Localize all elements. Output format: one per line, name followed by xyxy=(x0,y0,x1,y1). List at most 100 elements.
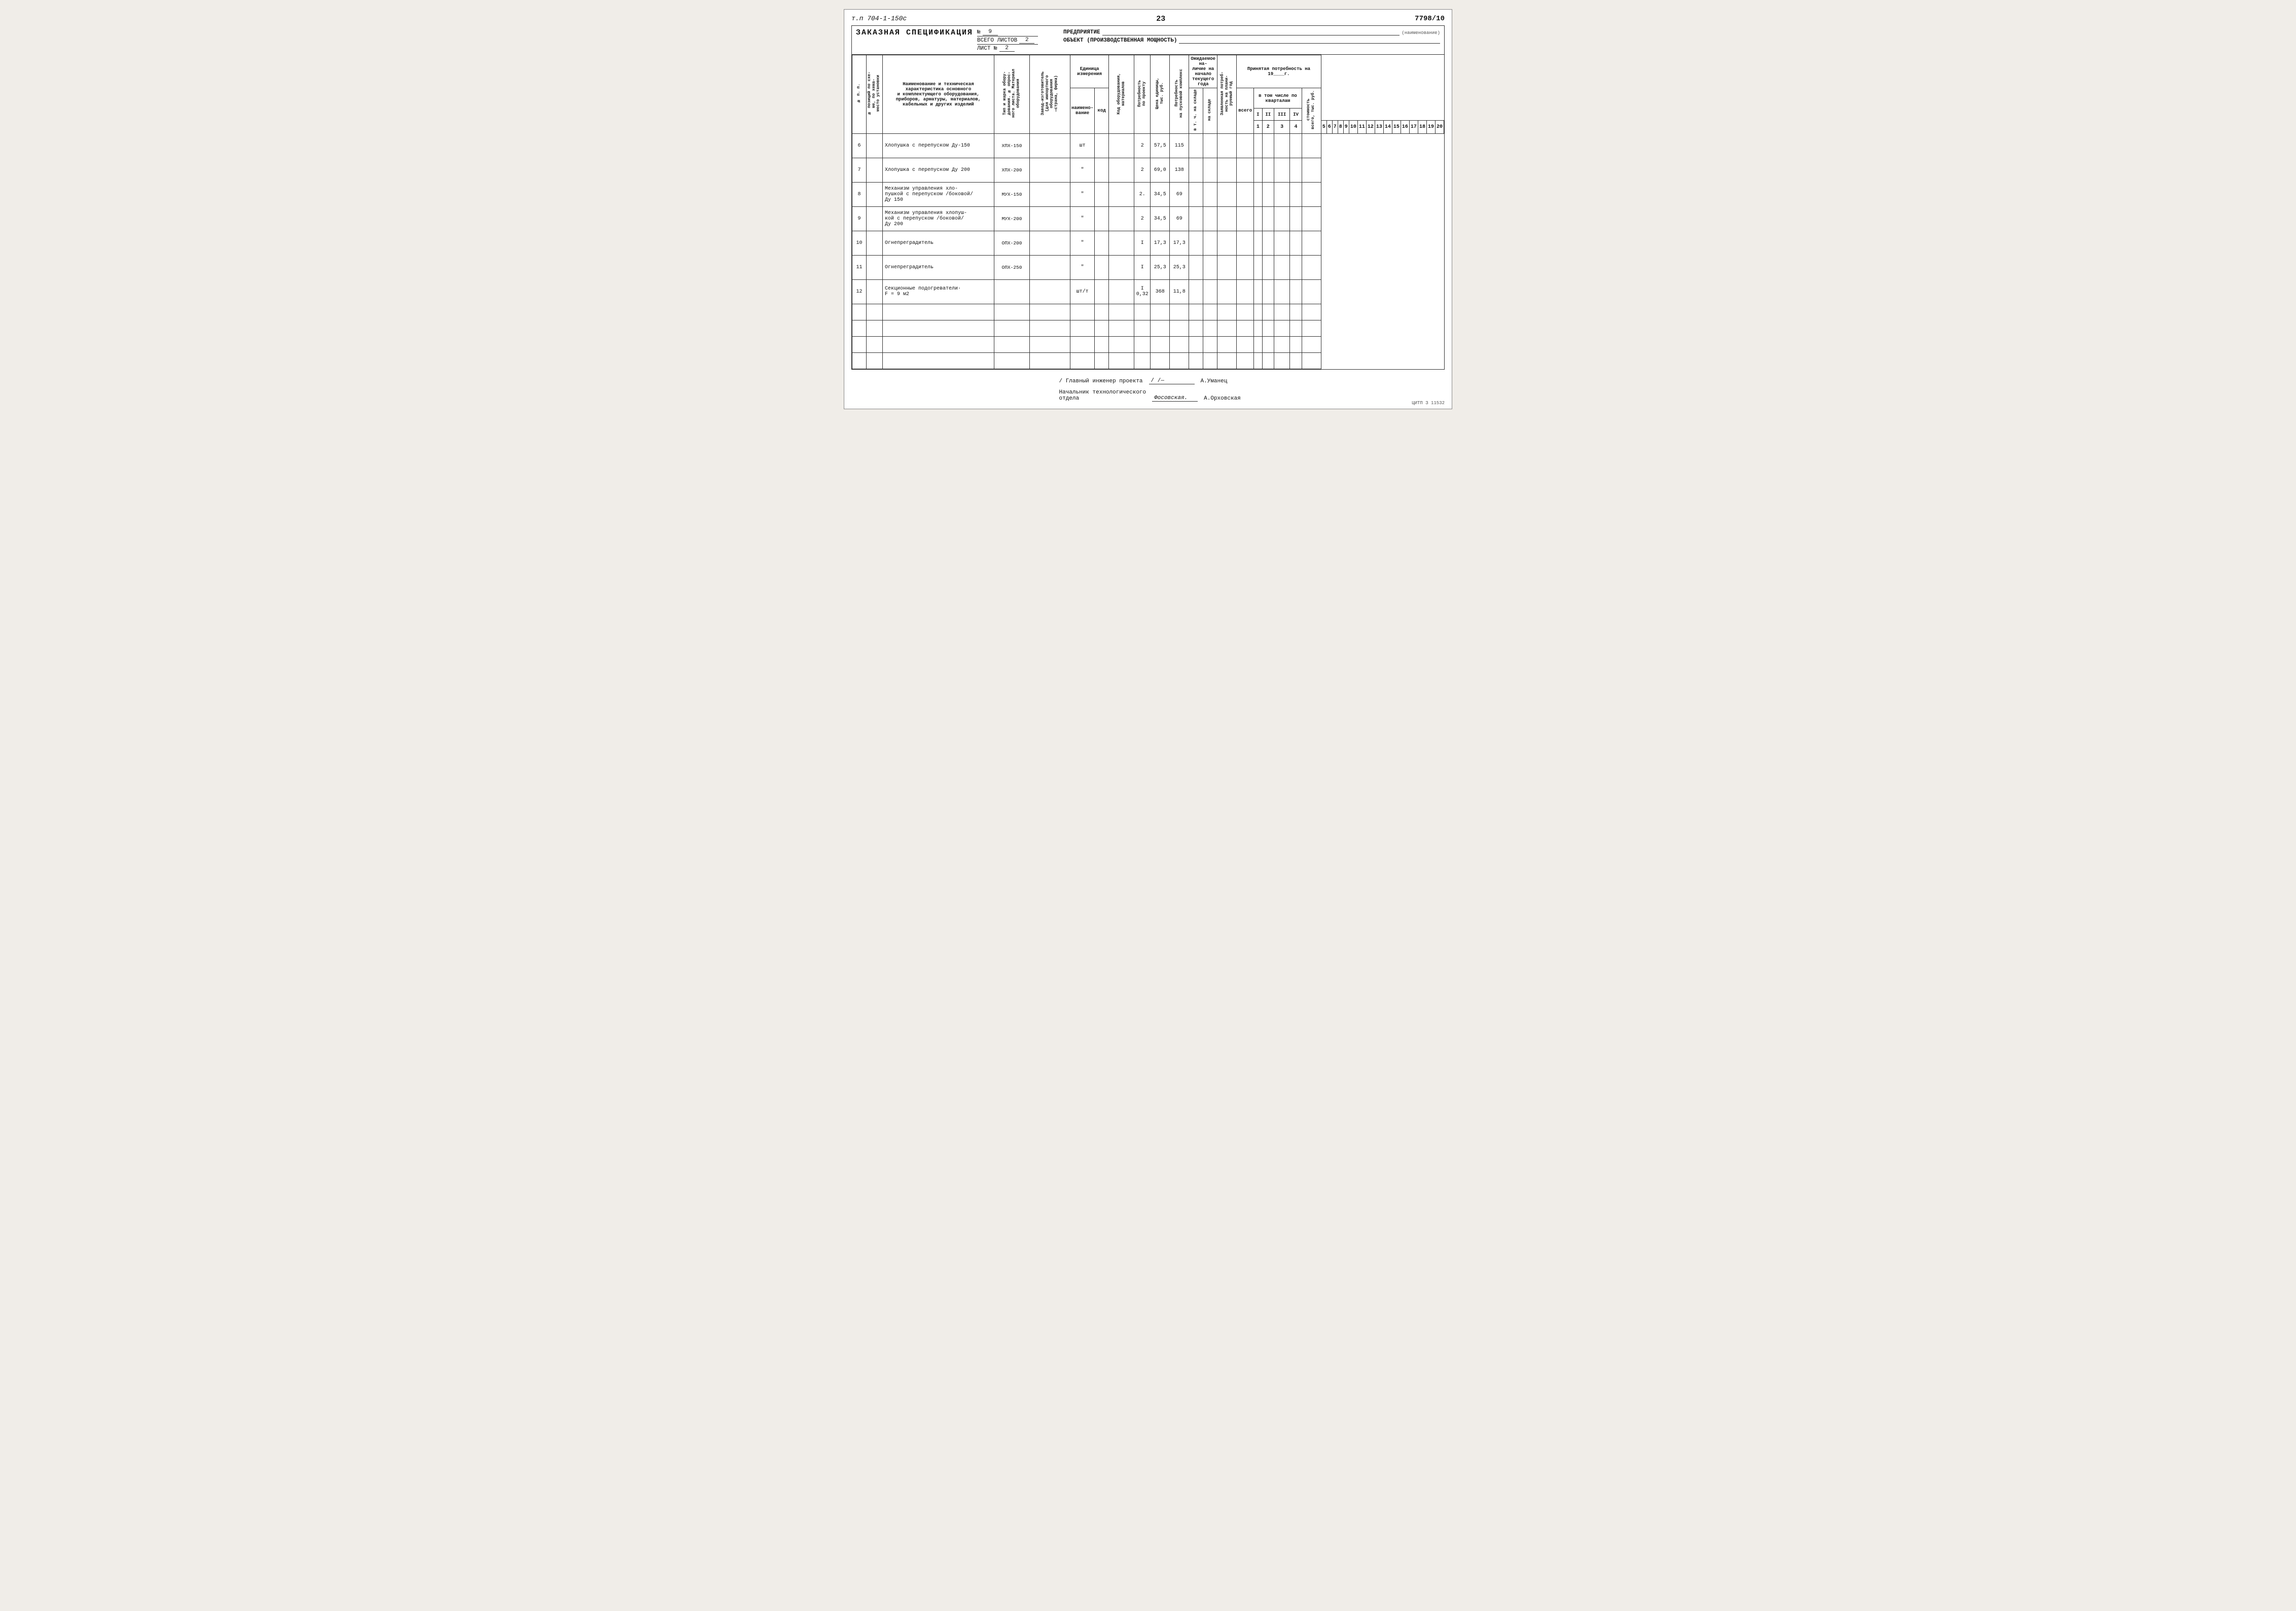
cell-4-5: " xyxy=(1070,231,1095,255)
empty-cell-0-6 xyxy=(1095,304,1109,320)
col-header-4: Тип и марка обору-дования. № опрос-ного … xyxy=(994,55,1030,134)
enterprise-val xyxy=(1102,28,1400,35)
cell-3-18 xyxy=(1290,206,1302,231)
cell-1-10: 138 xyxy=(1170,158,1189,182)
total-sheets-line: ВСЕГО ЛИСТОВ 2 xyxy=(977,37,1038,45)
cell-4-4 xyxy=(1030,231,1070,255)
cell-0-12 xyxy=(1203,133,1217,158)
doc-number: т.п 704-1-150с xyxy=(851,15,907,22)
table-row: 7Хлопушка с перепуском Ду 200ХПХ-200"269… xyxy=(852,158,1444,182)
cell-0-1 xyxy=(867,133,883,158)
cell-5-6 xyxy=(1095,255,1109,279)
cell-6-19 xyxy=(1302,279,1321,304)
empty-cell-1-0 xyxy=(852,320,867,336)
cell-3-2: Механизм управления хлопуш- кой с перепу… xyxy=(883,206,994,231)
empty-cell-2-4 xyxy=(1030,336,1070,352)
empty-cell-3-14 xyxy=(1237,352,1254,369)
cell-1-6 xyxy=(1095,158,1109,182)
table-row: 11ОгнепреградительОПХ-250"I25,325,3 xyxy=(852,255,1444,279)
cell-1-12 xyxy=(1203,158,1217,182)
cell-0-5: шт xyxy=(1070,133,1095,158)
table-body: 6Хлопушка с перепуском Ду-150ХПХ-150шт25… xyxy=(852,133,1444,369)
empty-cell-3-16 xyxy=(1262,352,1274,369)
cell-0-10: 115 xyxy=(1170,133,1189,158)
empty-cell-0-0 xyxy=(852,304,867,320)
cell-2-16 xyxy=(1262,182,1274,206)
cell-5-13 xyxy=(1217,255,1237,279)
spec-meta: № 9 ВСЕГО ЛИСТОВ 2 ЛИСТ № 2 xyxy=(977,28,1038,52)
empty-cell-1-13 xyxy=(1217,320,1237,336)
cell-0-17 xyxy=(1274,133,1289,158)
empty-cell-3-6 xyxy=(1095,352,1109,369)
empty-cell-1-19 xyxy=(1302,320,1321,336)
col-header-9: Потребностьпо проекту xyxy=(1134,55,1151,134)
chief-sig-value: / /— xyxy=(1149,378,1195,384)
empty-cell-0-3 xyxy=(994,304,1030,320)
cell-5-5: " xyxy=(1070,255,1095,279)
empty-cell-3-11 xyxy=(1189,352,1203,369)
enterprise-line: ПРЕДПРИЯТИЕ (наименование) xyxy=(1063,28,1440,35)
cell-3-12 xyxy=(1203,206,1217,231)
col-header-10: Цена единицы,тыс. руб. xyxy=(1151,55,1170,134)
empty-cell-1-11 xyxy=(1189,320,1203,336)
spec-no-line: № 9 xyxy=(977,28,1038,37)
cell-5-16 xyxy=(1262,255,1274,279)
signature-section: / Главный инженер проекта / /— А.Уманец … xyxy=(851,378,1445,402)
header-top: ЗАКАЗНАЯ СПЕЦИФИКАЦИЯ № 9 ВСЕГО ЛИСТОВ 2… xyxy=(852,26,1444,55)
empty-cell-3-8 xyxy=(1134,352,1151,369)
empty-cell-0-4 xyxy=(1030,304,1070,320)
cell-6-6 xyxy=(1095,279,1109,304)
spec-title: ЗАКАЗНАЯ СПЕЦИФИКАЦИЯ xyxy=(856,28,973,37)
cell-0-18 xyxy=(1290,133,1302,158)
cell-0-6 xyxy=(1095,133,1109,158)
stamp-number: 7798/10 xyxy=(1415,15,1445,23)
cell-5-8: I xyxy=(1134,255,1151,279)
colnum-10: 10 xyxy=(1349,121,1357,134)
cell-1-13 xyxy=(1217,158,1237,182)
col-header-5: Завод–изготовитель(для импортногооборудо… xyxy=(1030,55,1070,134)
empty-cell-3-3 xyxy=(994,352,1030,369)
cell-2-9: 34,5 xyxy=(1151,182,1170,206)
spec-no-label: № xyxy=(977,29,981,35)
empty-cell-2-16 xyxy=(1262,336,1274,352)
cell-2-11 xyxy=(1189,182,1203,206)
cell-3-4 xyxy=(1030,206,1070,231)
empty-cell-3-0 xyxy=(852,352,867,369)
cell-3-15 xyxy=(1254,206,1262,231)
empty-cell-0-12 xyxy=(1203,304,1217,320)
col-header-quarters: в том числе по кварталам xyxy=(1254,88,1302,109)
empty-cell-3-10 xyxy=(1170,352,1189,369)
empty-cell-2-18 xyxy=(1290,336,1302,352)
main-table: № п. п. № позиций по схе-ме, по хема-мес… xyxy=(852,55,1444,369)
sheet-line: ЛИСТ № 2 xyxy=(977,45,1038,52)
cell-4-15 xyxy=(1254,231,1262,255)
cell-3-16 xyxy=(1262,206,1274,231)
cell-5-19 xyxy=(1302,255,1321,279)
empty-cell-1-16 xyxy=(1262,320,1274,336)
sheet-number: 23 xyxy=(1156,15,1165,23)
col-header-q1: I xyxy=(1254,109,1262,121)
empty-cell-2-2 xyxy=(883,336,994,352)
cell-2-0: 8 xyxy=(852,182,867,206)
cell-0-14 xyxy=(1237,133,1254,158)
empty-cell-1-9 xyxy=(1151,320,1170,336)
object-label: ОБЪЕКТ (ПРОИЗВОДСТВЕННАЯ МОЩНОСТЬ) xyxy=(1063,38,1177,44)
cell-0-15 xyxy=(1254,133,1262,158)
cell-5-0: 11 xyxy=(852,255,867,279)
cell-5-9: 25,3 xyxy=(1151,255,1170,279)
empty-cell-3-17 xyxy=(1274,352,1289,369)
empty-cell-2-9 xyxy=(1151,336,1170,352)
cell-3-10: 69 xyxy=(1170,206,1189,231)
cell-5-4 xyxy=(1030,255,1070,279)
table-row: 10ОгнепреградительОПХ-200"I17,317,3 xyxy=(852,231,1444,255)
cell-3-14 xyxy=(1237,206,1254,231)
col-header-q3: III xyxy=(1274,109,1289,121)
empty-cell-1-17 xyxy=(1274,320,1289,336)
empty-cell-1-12 xyxy=(1203,320,1217,336)
cell-4-7 xyxy=(1109,231,1134,255)
cell-0-13 xyxy=(1217,133,1237,158)
cell-4-13 xyxy=(1217,231,1237,255)
cell-6-11 xyxy=(1189,279,1203,304)
cell-5-12 xyxy=(1203,255,1217,279)
cell-2-2: Механизм управления хло- пушкой с перепу… xyxy=(883,182,994,206)
